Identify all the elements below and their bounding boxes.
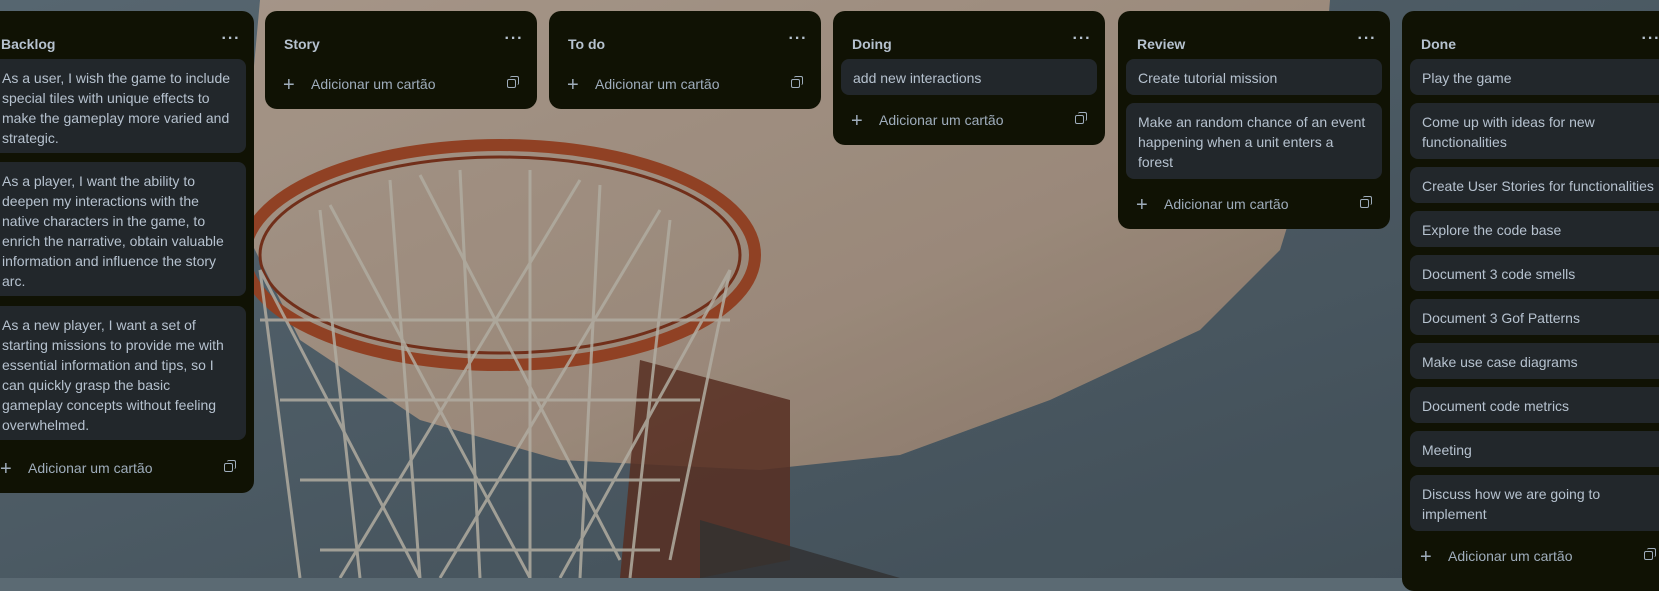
card-title: As a new player, I want a set of startin… bbox=[2, 317, 224, 433]
add-card-button[interactable]: Adicionar um cartão bbox=[879, 112, 1004, 128]
card[interactable]: Meeting bbox=[1410, 431, 1659, 467]
card[interactable]: Discuss how we are going to implement bbox=[1410, 475, 1659, 531]
card-title: As a player, I want the ability to deepe… bbox=[2, 173, 224, 289]
more-horizontal-icon[interactable]: ··· bbox=[1071, 31, 1093, 47]
card[interactable]: Explore the code base bbox=[1410, 211, 1659, 247]
card-template-icon[interactable] bbox=[1075, 112, 1087, 125]
card[interactable]: As a new player, I want a set of startin… bbox=[0, 306, 246, 440]
add-card-button[interactable]: Adicionar um cartão bbox=[595, 76, 720, 92]
list-done: Done ··· Play the game Come up with idea… bbox=[1402, 11, 1659, 591]
add-card-row: + Adicionar um cartão bbox=[273, 69, 529, 101]
card-title: Make an random chance of an event happen… bbox=[1138, 114, 1366, 170]
list-header: Backlog ··· bbox=[0, 11, 254, 55]
card-title: Meeting bbox=[1422, 442, 1472, 458]
list-title[interactable]: Doing bbox=[852, 36, 892, 52]
list-title[interactable]: Story bbox=[284, 36, 320, 52]
card-template-icon[interactable] bbox=[791, 76, 803, 89]
card-title: Explore the code base bbox=[1422, 222, 1562, 238]
more-horizontal-icon[interactable]: ··· bbox=[503, 31, 525, 47]
list-header: To do ··· bbox=[549, 11, 821, 55]
add-card-button[interactable]: Adicionar um cartão bbox=[28, 460, 153, 476]
card[interactable]: Play the game bbox=[1410, 59, 1659, 95]
more-horizontal-icon[interactable]: ··· bbox=[1356, 31, 1378, 47]
card-title: Discuss how we are going to implement bbox=[1422, 486, 1601, 522]
card[interactable]: Document 3 Gof Patterns bbox=[1410, 299, 1659, 335]
card-title: Make use case diagrams bbox=[1422, 354, 1578, 370]
add-card-row: + Adicionar um cartão bbox=[1126, 189, 1382, 221]
add-card-row: + Adicionar um cartão bbox=[557, 69, 813, 101]
card-title: Document 3 Gof Patterns bbox=[1422, 310, 1580, 326]
plus-icon[interactable]: + bbox=[283, 75, 295, 95]
kanban-board: Backlog ··· As a user, I wish the game t… bbox=[0, 0, 1659, 591]
list-to-do: To do ··· + Adicionar um cartão bbox=[549, 11, 821, 109]
list-header: Doing ··· bbox=[833, 11, 1105, 55]
plus-icon[interactable]: + bbox=[1420, 547, 1432, 567]
card[interactable]: Make an random chance of an event happen… bbox=[1126, 103, 1382, 179]
add-card-button[interactable]: Adicionar um cartão bbox=[1164, 196, 1289, 212]
list-title[interactable]: To do bbox=[568, 36, 605, 52]
card[interactable]: Create User Stories for functionalities bbox=[1410, 167, 1659, 203]
plus-icon[interactable]: + bbox=[567, 75, 579, 95]
card-title: Document 3 code smells bbox=[1422, 266, 1576, 282]
add-card-button[interactable]: Adicionar um cartão bbox=[311, 76, 436, 92]
card-title: Create tutorial mission bbox=[1138, 70, 1278, 86]
more-horizontal-icon[interactable]: ··· bbox=[787, 31, 809, 47]
card-title: Come up with ideas for new functionaliti… bbox=[1422, 114, 1595, 150]
list-doing: Doing ··· add new interactions + Adicion… bbox=[833, 11, 1105, 145]
card[interactable]: Document 3 code smells bbox=[1410, 255, 1659, 291]
card-title: As a user, I wish the game to include sp… bbox=[2, 70, 231, 146]
more-horizontal-icon[interactable]: ··· bbox=[220, 31, 242, 47]
card-template-icon[interactable] bbox=[507, 76, 519, 89]
add-card-row: + Adicionar um cartão bbox=[841, 105, 1097, 137]
card[interactable]: As a player, I want the ability to deepe… bbox=[0, 162, 246, 296]
card-title: Play the game bbox=[1422, 70, 1512, 86]
card[interactable]: As a user, I wish the game to include sp… bbox=[0, 59, 246, 153]
list-header: Review ··· bbox=[1118, 11, 1390, 55]
add-card-row: + Adicionar um cartão bbox=[0, 453, 246, 485]
card-template-icon[interactable] bbox=[1360, 196, 1372, 209]
list-backlog: Backlog ··· As a user, I wish the game t… bbox=[0, 11, 254, 493]
more-horizontal-icon[interactable]: ··· bbox=[1640, 31, 1659, 47]
plus-icon[interactable]: + bbox=[1136, 195, 1148, 215]
card[interactable]: Make use case diagrams bbox=[1410, 343, 1659, 379]
plus-icon[interactable]: + bbox=[0, 459, 12, 479]
card[interactable]: Come up with ideas for new functionaliti… bbox=[1410, 103, 1659, 159]
list-title[interactable]: Done bbox=[1421, 36, 1456, 52]
plus-icon[interactable]: + bbox=[851, 111, 863, 131]
add-card-row: + Adicionar um cartão bbox=[1410, 541, 1659, 573]
card-template-icon[interactable] bbox=[224, 460, 236, 473]
card[interactable]: Document code metrics bbox=[1410, 387, 1659, 423]
card-template-icon[interactable] bbox=[1644, 548, 1656, 561]
list-story: Story ··· + Adicionar um cartão bbox=[265, 11, 537, 109]
card-title: Document code metrics bbox=[1422, 398, 1570, 414]
list-header: Story ··· bbox=[265, 11, 537, 55]
list-header: Done ··· bbox=[1402, 11, 1659, 55]
card[interactable]: add new interactions bbox=[841, 59, 1097, 95]
list-title[interactable]: Backlog bbox=[1, 36, 55, 52]
card[interactable]: Create tutorial mission bbox=[1126, 59, 1382, 95]
card-title: add new interactions bbox=[853, 70, 982, 86]
card-title: Create User Stories for functionalities bbox=[1422, 178, 1654, 194]
add-card-button[interactable]: Adicionar um cartão bbox=[1448, 548, 1573, 564]
list-title[interactable]: Review bbox=[1137, 36, 1185, 52]
list-review: Review ··· Create tutorial mission Make … bbox=[1118, 11, 1390, 229]
